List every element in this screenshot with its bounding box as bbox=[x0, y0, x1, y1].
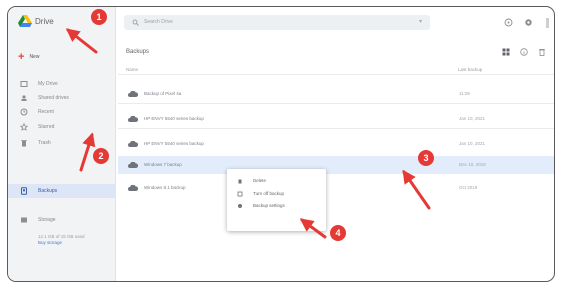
step-badge-1: 1 bbox=[91, 9, 107, 25]
sidebar-item-label: My Drive bbox=[38, 81, 58, 87]
file-name: Windows 7 backup bbox=[144, 162, 182, 167]
sidebar-item-label: Backups bbox=[38, 188, 58, 194]
trash-icon bbox=[238, 179, 242, 183]
info-icon[interactable] bbox=[520, 48, 528, 56]
help-icon[interactable] bbox=[504, 18, 513, 27]
file-date: 11:09 bbox=[459, 91, 470, 96]
step-badge-3: 3 bbox=[418, 150, 434, 166]
column-header-name[interactable]: Name bbox=[126, 67, 138, 72]
cloud-icon bbox=[128, 162, 138, 168]
sidebar-item-my-drive[interactable]: My Drive bbox=[8, 77, 116, 91]
file-date: Jan 10, 2021 bbox=[459, 116, 486, 121]
table-row[interactable]: HP ENVY 5540 series backup Jan 10, 2021 bbox=[118, 110, 554, 128]
sidebar-item-backups[interactable]: Backups bbox=[8, 184, 116, 198]
column-header-date[interactable]: Last backup bbox=[458, 67, 482, 72]
shared-drives-icon bbox=[21, 95, 27, 101]
search-input[interactable]: Search Drive bbox=[144, 19, 173, 25]
file-date: Jan 10, 2021 bbox=[459, 141, 486, 146]
app-title: Drive bbox=[35, 17, 54, 26]
new-button[interactable]: + New bbox=[18, 51, 39, 63]
sidebar: Drive + New My Drive Shared drives Recen… bbox=[8, 7, 116, 281]
file-name: HP ENVY 5540 series backup bbox=[144, 116, 204, 121]
sidebar-item-label: Recent bbox=[38, 109, 54, 115]
buy-storage-link[interactable]: Buy storage bbox=[38, 240, 62, 245]
search-bar[interactable]: Search Drive ▾ bbox=[124, 15, 430, 30]
menu-item-label: Backup settings bbox=[253, 203, 285, 208]
table-row[interactable]: Windows 8.1 backup Oct 2019 bbox=[118, 179, 554, 197]
sidebar-item-starred[interactable]: Starred bbox=[8, 120, 116, 134]
gear-icon[interactable] bbox=[524, 18, 533, 27]
my-drive-icon bbox=[20, 81, 28, 87]
scroll-edge bbox=[546, 18, 549, 28]
cloud-icon bbox=[128, 185, 138, 191]
plus-icon: + bbox=[18, 51, 25, 63]
star-icon bbox=[20, 123, 28, 131]
trash-icon bbox=[21, 140, 27, 147]
sidebar-item-label: Starred bbox=[38, 124, 55, 130]
sidebar-item-storage[interactable]: Storage bbox=[8, 213, 116, 227]
divider bbox=[118, 74, 554, 75]
sidebar-item-label: Shared drives bbox=[38, 95, 69, 101]
table-row[interactable]: HP ENVY 5540 series backup Jan 10, 2021 bbox=[118, 135, 554, 153]
divider bbox=[118, 128, 554, 129]
cloud-icon bbox=[128, 91, 138, 97]
page-title: Backups bbox=[126, 49, 150, 55]
storage-icon bbox=[21, 217, 27, 223]
drive-window: Drive + New My Drive Shared drives Recen… bbox=[7, 6, 555, 282]
clock-icon bbox=[20, 108, 28, 116]
file-date: Oct 2019 bbox=[459, 185, 478, 190]
sidebar-item-label: Storage bbox=[38, 217, 56, 223]
step-badge-4: 4 bbox=[330, 225, 346, 241]
file-name: HP ENVY 5540 series backup bbox=[144, 141, 204, 146]
sidebar-item-recent[interactable]: Recent bbox=[8, 105, 116, 119]
search-icon[interactable] bbox=[132, 19, 139, 26]
drive-logo-icon[interactable] bbox=[18, 15, 32, 28]
table-row-selected[interactable]: Windows 7 backup Dec 10, 2019 bbox=[118, 156, 554, 174]
file-date: Dec 10, 2019 bbox=[459, 162, 486, 167]
sidebar-item-shared-drives[interactable]: Shared drives bbox=[8, 91, 116, 105]
menu-item-turn-off-backup[interactable]: Turn off backup bbox=[227, 188, 326, 199]
file-name: Backup of Pixel 4a bbox=[144, 91, 182, 96]
divider bbox=[118, 103, 554, 104]
step-badge-2: 2 bbox=[93, 148, 109, 164]
search-options-icon[interactable]: ▾ bbox=[419, 18, 422, 25]
delete-icon[interactable] bbox=[538, 48, 546, 56]
settings-icon bbox=[238, 203, 242, 208]
sidebar-item-label: Trash bbox=[38, 140, 51, 146]
cloud-icon bbox=[128, 141, 138, 147]
new-button-label: New bbox=[29, 54, 40, 60]
file-name: Windows 8.1 backup bbox=[144, 185, 186, 190]
menu-item-delete[interactable]: Delete bbox=[227, 175, 326, 186]
table-row[interactable]: Backup of Pixel 4a 11:09 bbox=[118, 85, 554, 103]
backup-icon bbox=[21, 187, 27, 195]
menu-item-backup-settings[interactable]: Backup settings bbox=[227, 200, 326, 211]
grid-view-icon[interactable] bbox=[502, 48, 510, 56]
cloud-icon bbox=[128, 116, 138, 122]
menu-item-label: Turn off backup bbox=[253, 191, 285, 196]
menu-item-label: Delete bbox=[253, 178, 267, 183]
backup-off-icon bbox=[237, 191, 243, 196]
context-menu: Delete Turn off backup Backup settings bbox=[227, 169, 326, 231]
